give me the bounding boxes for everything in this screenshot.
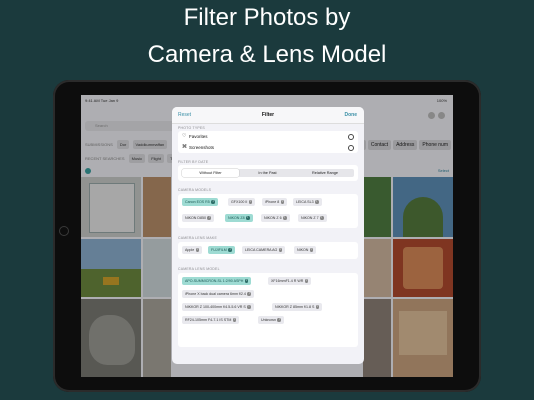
radio-button[interactable] [348, 134, 354, 140]
tag-label: APO-SUMMICRON-SL 1:2/90 ASPH [185, 279, 244, 283]
camera-model-tag[interactable]: NIKON Z 7i [298, 214, 327, 222]
heart-icon: ♡ [182, 133, 187, 139]
home-button[interactable] [59, 226, 69, 236]
lens-model-tag[interactable]: NIKKOR Z 85mm f/1.8 Si [272, 303, 323, 311]
photo-types-card: ♡ Favorites ⌘ Screenshots [178, 131, 358, 153]
info-icon: i [315, 199, 319, 204]
section-header-lens-model: CAMERA LENS MODEL [178, 267, 220, 271]
section-header-lens-make: CAMERA LENS MAKE [178, 236, 217, 240]
info-icon: i [244, 278, 249, 283]
lens-model-tag[interactable]: XF16mmF1.4 R WR i [268, 277, 312, 285]
lens-model-tag[interactable]: NIKKOR Z 100-400mm f/4.5-5.6 VR Si [182, 303, 254, 311]
tag-label: NIKON Z 7 [301, 216, 319, 220]
photo-type-screenshots[interactable]: ⌘ Screenshots [178, 142, 358, 153]
tag-label: LEICA CAMERA AG [245, 248, 278, 252]
tag-label: GFX100 II [231, 200, 248, 204]
camera-model-tag[interactable]: NIKON D850 i [182, 214, 214, 222]
lens-make-tag[interactable]: NIKON i [294, 246, 317, 254]
tag-label: Canon EOS R5 [185, 200, 210, 204]
tag-label: RF24-105mm F4-7.1 IS STM [185, 318, 232, 322]
lens-model-card: APO-SUMMICRON-SL 1:2/90 ASPH i XF16mmF1.4… [178, 273, 358, 347]
tag-label: NIKON [297, 248, 309, 252]
info-icon: i [315, 304, 320, 309]
info-icon: i [228, 247, 232, 252]
camera-model-tag[interactable]: LEICA SL3 i [293, 198, 322, 206]
info-icon: i [283, 215, 287, 220]
camera-model-tag[interactable]: Canon EOS R5 i [182, 198, 218, 206]
segment-in-the-past[interactable]: In the Past [239, 169, 296, 177]
filter-sheet: Reset Filter Done PHOTO TYPES ♡ Favorite… [172, 107, 364, 364]
filter-title: Filter [261, 112, 275, 118]
tag-label: Unknown [261, 318, 276, 322]
lens-model-tag[interactable]: Unknown i [258, 316, 284, 324]
lens-make-tag[interactable]: Apple i [182, 246, 203, 254]
info-icon: i [211, 199, 215, 204]
tag-label: iPhone X back dual camera 6mm f/2.4 [185, 292, 246, 296]
tag-label: NIKON D850 [185, 216, 206, 220]
info-icon: i [304, 278, 309, 283]
segment-without-filter[interactable]: Without Filter [182, 169, 239, 177]
info-icon: i [247, 304, 251, 309]
info-icon: i [278, 247, 283, 252]
photo-type-label: Favorites [189, 134, 208, 139]
camera-model-tag[interactable]: NIKON Z 6i [261, 214, 290, 222]
promo-title-line-2: Camera & Lens Model [147, 41, 387, 68]
photo-type-label: Screenshots [189, 145, 215, 150]
info-icon: i [309, 247, 314, 252]
info-icon: i [207, 215, 211, 220]
lens-model-tag[interactable]: iPhone X back dual camera 6mm f/2.4 i [182, 290, 254, 298]
promo-title-line-1: Filter Photos by [183, 4, 351, 31]
ipad-screen: 9:41 AM Tue Jan 9 100% Search SUBMISSION… [81, 95, 453, 377]
tag-label: NIKKOR Z 85mm f/1.8 S [275, 305, 315, 309]
info-icon: i [232, 317, 237, 322]
date-segmented-control: Without Filter In the Past Relative Rang… [182, 169, 354, 177]
radio-button[interactable] [348, 145, 354, 151]
info-icon: i [277, 317, 281, 322]
info-icon: i [247, 291, 251, 296]
tag-label: NIKON Z8 [228, 216, 245, 220]
done-button[interactable]: Done [345, 112, 358, 118]
filter-header: Reset Filter Done [172, 107, 364, 124]
lens-model-tag[interactable]: RF24-105mm F4-7.1 IS STM i [182, 316, 240, 324]
camera-model-tag[interactable]: NIKON Z8 i [225, 214, 253, 222]
lens-make-tag[interactable]: LEICA CAMERA AG i [242, 246, 286, 254]
section-header-camera-models: CAMERA MODELS [178, 188, 212, 192]
info-icon: i [248, 199, 253, 204]
lens-model-tag[interactable]: APO-SUMMICRON-SL 1:2/90 ASPH i [182, 277, 252, 285]
tag-label: XF16mmF1.4 R WR [271, 279, 304, 283]
tag-label: NIKKOR Z 100-400mm f/4.5-5.6 VR S [185, 305, 246, 309]
camera-model-tag[interactable]: GFX100 II i [228, 198, 256, 206]
camera-models-card: Canon EOS R5 i GFX100 II i iPhone 8i LEICA… [178, 194, 358, 228]
tag-label: NIKON Z 6 [264, 216, 282, 220]
info-icon: i [320, 215, 324, 220]
segment-relative-range[interactable]: Relative Range [296, 169, 354, 177]
lens-make-card: Apple i FUJIFILM i LEICA CAMERA AG i NIKON i [178, 242, 358, 259]
info-icon: i [195, 247, 200, 252]
info-icon: i [246, 215, 250, 220]
camera-model-tag[interactable]: iPhone 8i [262, 198, 288, 206]
tag-label: Apple [185, 248, 195, 252]
screenshot-icon: ⌘ [182, 144, 187, 150]
tag-label: LEICA SL3 [296, 200, 314, 204]
photo-type-favorites[interactable]: ♡ Favorites [178, 131, 358, 142]
section-header-date: FILTER BY DATE [178, 160, 209, 164]
tag-label: FUJIFILM [211, 248, 227, 252]
lens-make-tag[interactable]: FUJIFILM i [208, 246, 235, 254]
section-header-photo-types: PHOTO TYPES [178, 126, 205, 130]
info-icon: i [280, 199, 285, 204]
date-filter-card: Without Filter In the Past Relative Rang… [178, 165, 358, 181]
tag-label: iPhone 8 [265, 200, 280, 204]
